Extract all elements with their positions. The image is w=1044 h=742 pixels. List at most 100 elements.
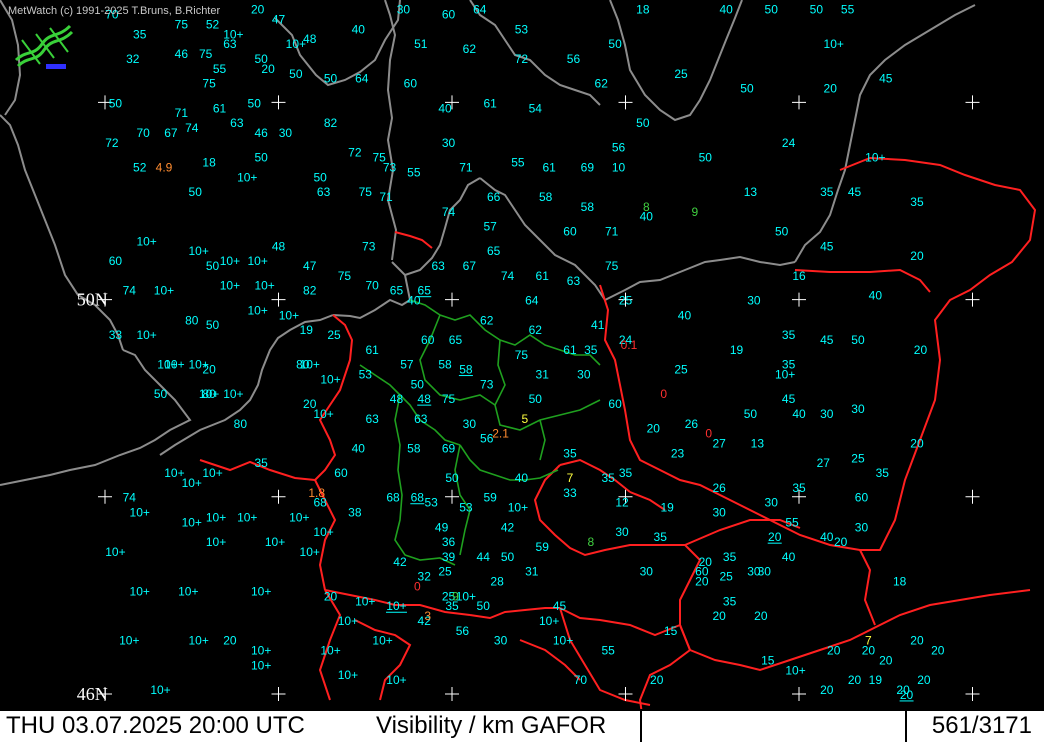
visibility-value: 26 xyxy=(713,481,727,495)
visibility-value: 40 xyxy=(438,101,452,115)
visibility-value: 33 xyxy=(563,486,577,500)
grid-label: 46N xyxy=(77,684,108,704)
visibility-value: 10+ xyxy=(313,525,333,539)
visibility-value: 52 xyxy=(206,17,220,31)
visibility-value: 20 xyxy=(931,644,945,658)
visibility-value: 50 xyxy=(810,3,824,17)
grid-cross xyxy=(271,489,286,504)
visibility-value: 10+ xyxy=(553,634,573,648)
weather-map[interactable]: 10E20E54N50N46N 306064531840505055474840… xyxy=(0,0,1044,740)
visibility-value: 62 xyxy=(480,313,494,327)
metwatch-logo xyxy=(14,24,74,69)
visibility-value: 28 xyxy=(490,575,504,589)
visibility-value: 10+ xyxy=(300,358,320,372)
visibility-value: 63 xyxy=(567,274,581,288)
visibility-value: 30 xyxy=(855,520,869,534)
visibility-value: 75 xyxy=(175,17,189,31)
credit-text: MetWatch (c) 1991-2025 T.Bruns, B.Richte… xyxy=(8,5,221,17)
status-separator xyxy=(905,711,907,742)
visibility-value: 39 xyxy=(442,550,456,564)
visibility-value: 10+ xyxy=(206,535,226,549)
visibility-value: 30 xyxy=(758,565,772,579)
visibility-value: 20 xyxy=(917,673,931,687)
visibility-value: 20 xyxy=(834,535,848,549)
visibility-value: 65 xyxy=(390,284,404,298)
visibility-value: 45 xyxy=(879,72,893,86)
visibility-value: 20 xyxy=(324,589,338,603)
visibility-value: 20 xyxy=(879,653,893,667)
visibility-value: 0.1 xyxy=(621,338,638,352)
grid-cross xyxy=(965,292,980,307)
visibility-value: 41 xyxy=(591,318,605,332)
visibility-value: 20 xyxy=(914,343,928,357)
visibility-value: 20 xyxy=(827,644,841,658)
visibility-value: 51 xyxy=(414,37,428,51)
grid-cross xyxy=(965,489,980,504)
visibility-value: 61 xyxy=(542,160,556,174)
visibility-value: 40 xyxy=(352,441,366,455)
visibility-value: 9 xyxy=(692,205,699,219)
visibility-value: 57 xyxy=(483,220,497,234)
visibility-value: 30 xyxy=(463,417,477,431)
visibility-value: 10+ xyxy=(248,303,268,317)
visibility-value: 61 xyxy=(483,96,497,110)
visibility-value: 2.1 xyxy=(492,427,509,441)
visibility-value: 10+ xyxy=(372,634,392,648)
visibility-value: 10+ xyxy=(178,584,198,598)
visibility-value: 20 xyxy=(900,688,914,702)
visibility-value: 25 xyxy=(719,570,733,584)
visibility-value: 20 xyxy=(223,634,237,648)
visibility-value: 10+ xyxy=(251,658,271,672)
visibility-value: 10+ xyxy=(136,328,156,342)
visibility-value: 30 xyxy=(577,367,591,381)
visibility-value: 4.9 xyxy=(156,160,173,174)
visibility-value: 67 xyxy=(164,126,178,140)
visibility-value: 70 xyxy=(136,126,150,140)
visibility-value: 45 xyxy=(820,333,834,347)
visibility-value: 13 xyxy=(751,437,765,451)
visibility-value: 10+ xyxy=(265,535,285,549)
status-datetime: THU 03.07.2025 20:00 UTC xyxy=(6,712,305,739)
visibility-value: 40 xyxy=(352,22,366,36)
visibility-value: 30 xyxy=(442,136,456,150)
visibility-value: 47 xyxy=(303,259,317,273)
visibility-value: 71 xyxy=(605,225,619,239)
visibility-value: 60 xyxy=(563,225,577,239)
visibility-value: 58 xyxy=(581,200,595,214)
visibility-value: 70 xyxy=(366,279,380,293)
visibility-value: 10+ xyxy=(189,244,209,258)
visibility-value: 50 xyxy=(529,392,543,406)
visibility-value: 64 xyxy=(525,294,539,308)
grid-cross xyxy=(445,292,459,307)
visibility-value: 42 xyxy=(501,520,515,534)
visibility-value: 10 xyxy=(612,160,626,174)
visibility-value: 82 xyxy=(303,284,317,298)
visibility-value: 10+ xyxy=(220,254,240,268)
visibility-value: 19 xyxy=(730,343,744,357)
visibility-value: 68 xyxy=(411,491,425,505)
visibility-value: 10+ xyxy=(300,545,320,559)
visibility-value: 15 xyxy=(664,624,678,638)
grid-cross xyxy=(445,687,459,701)
visibility-value: 72 xyxy=(348,146,362,160)
visibility-value: 30 xyxy=(713,506,727,520)
visibility-value: 19 xyxy=(869,673,883,687)
visibility-value: 27 xyxy=(713,437,727,451)
visibility-value: 47 xyxy=(272,13,286,27)
visibility-value: 45 xyxy=(820,239,834,253)
grid-cross xyxy=(792,95,806,110)
visibility-value: 46 xyxy=(175,47,189,61)
visibility-value: 10+ xyxy=(338,668,358,682)
visibility-value: 10+ xyxy=(279,308,299,322)
visibility-value: 55 xyxy=(601,644,615,658)
visibility-value: 10+ xyxy=(539,614,559,628)
visibility-value: 35 xyxy=(254,456,268,470)
visibility-value: 68 xyxy=(386,491,400,505)
visibility-value: 69 xyxy=(442,441,456,455)
visibility-value: 61 xyxy=(213,101,227,115)
visibility-value: 10+ xyxy=(119,634,139,648)
visibility-value: 10+ xyxy=(237,170,257,184)
visibility-value: 56 xyxy=(612,141,626,155)
visibility-value: 63 xyxy=(223,37,237,51)
visibility-value: 50 xyxy=(699,151,713,165)
